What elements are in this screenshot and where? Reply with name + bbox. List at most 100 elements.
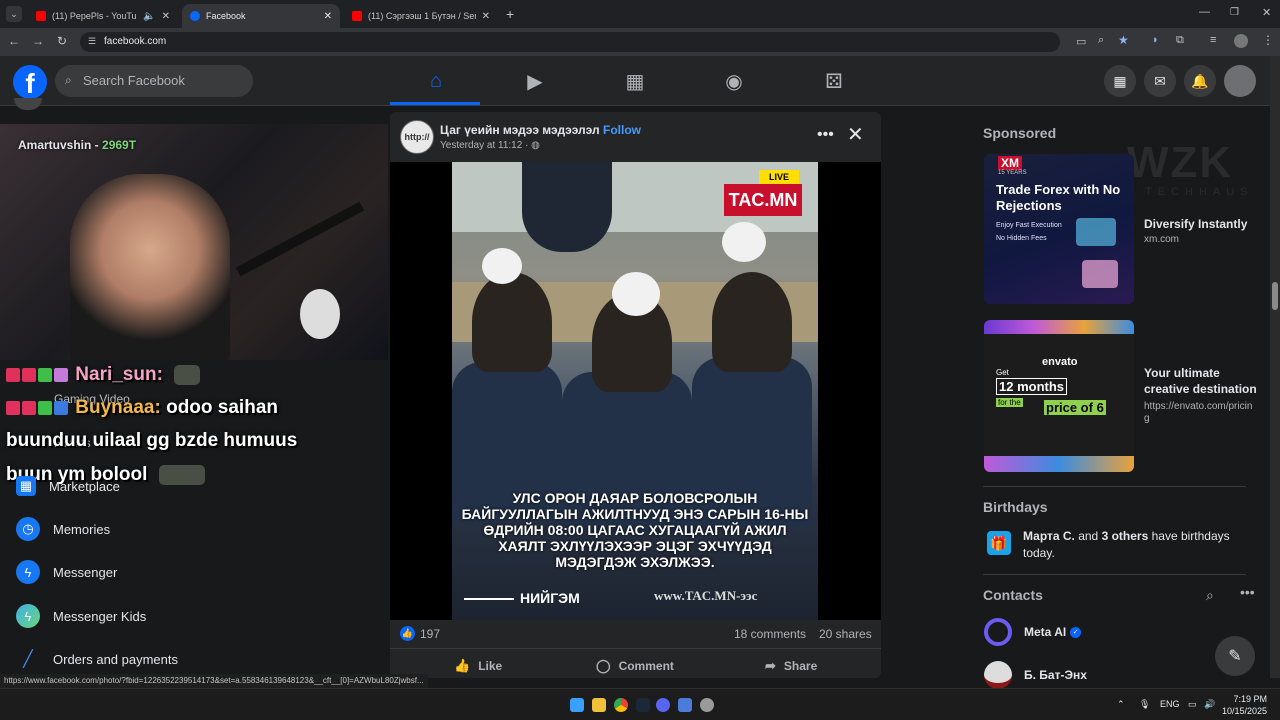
new-message-icon[interactable]: ✎ [1215,636,1255,676]
browser-tab-youtube[interactable]: (11) PepePls - YouTube 🔈 ✕ [28,4,178,28]
ad-title[interactable]: Your ultimate creative destination [1144,365,1264,397]
ad-image-xm[interactable]: XM 15 YEARS Trade Forex with No Rejectio… [984,154,1134,304]
xm-years: 15 YEARS [998,170,1027,176]
page-name-link[interactable]: Цаг үеийн мэдээ мэдээлэл · [440,123,607,137]
system-clock[interactable]: 7:19 PM 10/15/2025 [1222,693,1267,717]
close-tab-icon[interactable]: ✕ [324,11,332,22]
new-tab-icon[interactable]: + [506,6,514,22]
chat-message: buunduu uilaal gg bzde humuus [6,430,298,451]
like-reaction-icon[interactable]: 👍 [400,626,415,641]
scrollbar-thumb[interactable] [1272,282,1278,310]
gaming-tab-icon[interactable]: ⚄ [819,66,849,96]
ad-domain[interactable]: xm.com [1144,234,1254,246]
share-label: Share [783,659,818,673]
post-media[interactable]: LIVE TAC.MN УЛС ОРОН ДАЯАР БОЛОВСРОЛЫН Б… [390,162,881,620]
video-tab-icon[interactable]: ▶ [520,66,550,96]
birthday-text[interactable]: Марта С. and 3 others have birthdays tod… [1023,528,1248,562]
back-icon[interactable]: ← [8,34,20,48]
sidebar-item-label: Messenger [53,564,118,580]
file-explorer-icon[interactable] [592,698,606,712]
chrome-icon[interactable] [614,698,628,712]
chat-line: buunduu uilaal gg bzde humuus [6,430,297,452]
marketplace-tab-icon[interactable]: ▦ [620,66,650,96]
sidebar-item-marketplace[interactable]: ▦ Marketplace [16,472,120,500]
browser-menu-icon[interactable]: ⋮ [1262,33,1274,47]
reload-icon[interactable]: ↻ [57,34,67,48]
sidebar-item-memories[interactable]: ◷ Memories [16,515,110,543]
start-icon[interactable] [570,698,584,712]
close-icon[interactable]: ✕ [847,122,864,147]
close-tab-icon[interactable]: ✕ [162,11,170,22]
share-count[interactable]: 20 shares [819,627,872,641]
comment-button[interactable]: ◯ Comment [596,658,674,674]
reading-list-icon[interactable]: ≡ [1210,34,1216,46]
search-placeholder: Search Facebook [83,73,185,88]
account-avatar[interactable] [1224,65,1256,97]
messenger-icon: ϟ [16,560,40,584]
puzzle-icon[interactable]: ⧉ [1176,34,1184,47]
forward-icon[interactable]: → [32,34,44,48]
site-info-icon[interactable]: ☰ [88,36,96,47]
profile-avatar[interactable] [1234,34,1248,48]
ad-domain[interactable]: https://envato.com/pricing [1144,401,1254,425]
close-window-icon[interactable]: ✕ [1262,6,1271,19]
tray-chevron-icon[interactable]: ⌃ [1117,699,1125,710]
minimize-icon[interactable]: — [1199,6,1210,18]
comment-count[interactable]: 18 comments [734,627,806,641]
facebook-logo[interactable]: f [13,65,47,99]
envato-forthe: for the [996,398,1023,407]
discord-icon[interactable] [656,698,670,712]
sidebar-item-label: Marketplace [49,478,120,494]
sidebar-item-messenger[interactable]: ϟ Messenger [16,558,117,586]
sidebar-item-label: Orders and payments [53,651,179,667]
sidebar-item-orders[interactable]: ╱ Orders and payments [16,645,178,673]
tab-search-button[interactable]: ⌄ [6,6,22,22]
search-contacts-icon[interactable]: ⌕ [1206,587,1214,604]
home-tab-icon[interactable]: ⌂ [421,66,451,96]
menu-grid-icon[interactable]: ▦ [1104,65,1136,97]
monitor-icon[interactable]: ▭ [1188,699,1197,710]
contact-meta-ai[interactable]: Meta AI ✓ [984,618,1082,646]
contact-bat-enkh[interactable]: Б. Бат-Энх [984,661,1087,689]
microphone-icon[interactable]: 🎙 [1139,699,1150,710]
ad-title[interactable]: Diversify Instantly [1144,216,1247,232]
language-indicator[interactable]: ENG [1160,699,1180,709]
page-avatar[interactable]: http:// [400,120,434,154]
more-options-icon[interactable]: ••• [817,126,834,144]
share-arrow-icon: ➦ [765,658,776,673]
tab-title: (11) Сэргээш 1 Бүтэн / Sergeesh [368,11,476,21]
clock-time: 7:19 PM [1233,694,1268,704]
post-photo: LIVE TAC.MN УЛС ОРОН ДАЯАР БОЛОВСРОЛЫН Б… [452,162,818,620]
share-button[interactable]: ➦ Share [765,658,817,674]
url-field[interactable]: ☰ facebook.com [80,32,1060,52]
steam-icon[interactable] [636,698,650,712]
messenger-icon[interactable]: ✉ [1144,65,1176,97]
address-toolbar: ← → ↻ ☰ facebook.com ▭ ⌕ ★ ◗ ⧉ ≡ ⋮ [0,28,1280,56]
mute-icon[interactable]: 🔈 [143,11,155,22]
bookmark-star-icon[interactable]: ★ [1118,33,1129,47]
cast-icon[interactable]: ▭ [1076,35,1086,48]
volume-icon[interactable]: 🔊 [1204,699,1215,710]
close-tab-icon[interactable]: ✕ [482,11,490,22]
notifications-bell-icon[interactable]: 🔔 [1184,65,1216,97]
settings-icon[interactable] [700,698,714,712]
sidebar-item-messenger-kids[interactable]: ϟ Messenger Kids [16,602,146,630]
chat-badge-icon [38,400,52,415]
restore-icon[interactable]: ❐ [1230,7,1239,18]
app-icon[interactable] [678,698,692,712]
chat-badge-icon [6,367,20,382]
page-scrollbar[interactable] [1270,56,1280,678]
search-input[interactable]: ⌕ Search Facebook [55,65,253,97]
contacts-more-icon[interactable]: ••• [1240,584,1255,600]
like-button[interactable]: 👍 Like [454,658,502,674]
ad-image-envato[interactable]: envato Get 12 months for the price of 6 [984,320,1134,472]
student-head [712,272,792,372]
follow-button[interactable]: Follow [603,123,641,137]
browser-tab-sergeesh[interactable]: (11) Сэргээш 1 Бүтэн / Sergeesh ✕ [344,4,498,28]
like-count[interactable]: 197 [420,627,440,641]
browser-tab-facebook[interactable]: Facebook ✕ [182,4,340,28]
extension-icon[interactable]: ◗ [1152,34,1159,46]
zoom-icon[interactable]: ⌕ [1098,34,1104,47]
groups-tab-icon[interactable]: ◉ [719,66,749,96]
post-timestamp[interactable]: Yesterday at 11:12 · ◍ [440,140,540,151]
